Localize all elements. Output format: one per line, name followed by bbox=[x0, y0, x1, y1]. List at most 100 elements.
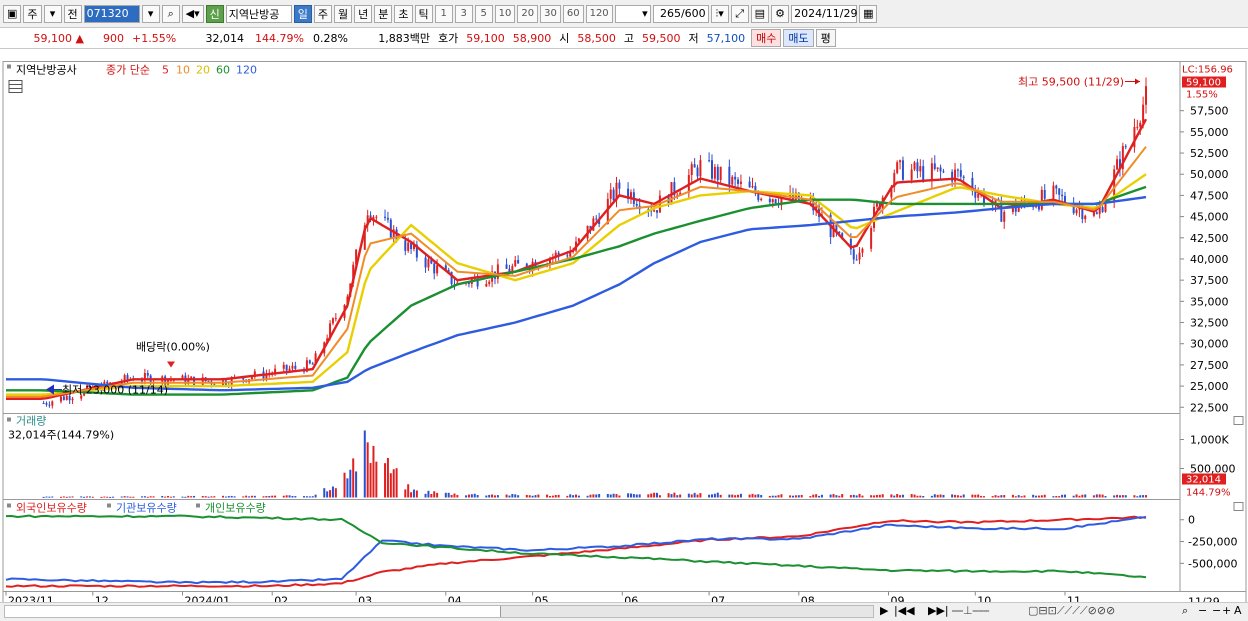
candle-body bbox=[962, 176, 965, 178]
candle-body bbox=[424, 257, 427, 268]
drawing-tools-icon[interactable]: ▢⊟⊡⟋⟋⟋⟋⊘⊘⊘ bbox=[1028, 604, 1115, 618]
volume-bar bbox=[656, 492, 659, 498]
zoom-search-icon[interactable]: ⌕ bbox=[1182, 604, 1188, 618]
stock-name-field: 지역난방공 bbox=[225, 4, 292, 23]
candle-body bbox=[699, 160, 702, 177]
volume-close-icon[interactable] bbox=[1233, 416, 1244, 425]
holding-close-icon[interactable] bbox=[1233, 502, 1244, 511]
save-icon[interactable]: ▤ bbox=[750, 4, 770, 23]
last-page-icon[interactable]: ▶▶| bbox=[928, 604, 949, 617]
volume-bar bbox=[797, 495, 800, 498]
zoom-in-icon[interactable]: + bbox=[1222, 604, 1231, 617]
eval-button[interactable]: 평 bbox=[815, 29, 836, 47]
volume-bar bbox=[109, 496, 112, 498]
volume-bar bbox=[870, 495, 873, 498]
volume-bar bbox=[120, 496, 123, 498]
volume-bar bbox=[1052, 496, 1055, 498]
volume-bar bbox=[1113, 495, 1116, 498]
volume-bar bbox=[1084, 494, 1087, 498]
volume-bar bbox=[858, 493, 861, 498]
period-day-tab[interactable]: 일 bbox=[293, 4, 312, 23]
zoom-slider[interactable]: ⎯⎯⊥⎯⎯⎯ bbox=[952, 604, 989, 618]
period-minute-tab[interactable]: 분 bbox=[374, 4, 393, 23]
font-size-icon[interactable]: A bbox=[1234, 604, 1242, 617]
volume-bar bbox=[1035, 495, 1038, 498]
minute-3-button[interactable]: 3 bbox=[454, 4, 473, 23]
volume-bar bbox=[951, 494, 954, 498]
scroll-track[interactable] bbox=[4, 605, 874, 618]
minute-10-button[interactable]: 10 bbox=[494, 4, 516, 23]
date-input[interactable]: 2024/11/29 bbox=[791, 4, 857, 23]
minute-5-button[interactable]: 5 bbox=[474, 4, 493, 23]
current-price: 59,100 ▲ bbox=[0, 32, 88, 45]
stock-chart[interactable]: 57,500 55,000 52,500 50,000 47,500 45,000 42,5… bbox=[0, 50, 1248, 621]
first-page-icon[interactable]: |◀◀ bbox=[894, 604, 915, 617]
ma120-legend: 120 bbox=[236, 64, 257, 77]
candle-body bbox=[517, 260, 520, 264]
volume-bar bbox=[933, 494, 936, 498]
price-tick-label: 37,500 bbox=[1190, 274, 1229, 287]
period-month-tab[interactable]: 월 bbox=[334, 4, 353, 23]
chevron-down-icon[interactable]: ▾ bbox=[43, 4, 62, 23]
volume-bar bbox=[557, 494, 560, 498]
volume-bar bbox=[916, 495, 919, 498]
bottom-scrollbar[interactable]: ▶ |◀◀ ▶▶| ⎯⎯⊥⎯⎯⎯ ▢⊟⊡⟋⟋⟋⟋⊘⊘⊘ ⌕ − − + A bbox=[0, 602, 1248, 621]
high-label: 고 bbox=[623, 32, 634, 45]
volume-bar bbox=[230, 495, 233, 498]
volume-bar bbox=[140, 496, 143, 498]
volume-bar bbox=[673, 492, 676, 498]
chart-type-icon[interactable]: ⫶▾ bbox=[710, 4, 729, 23]
layout-icon[interactable]: ▣ bbox=[3, 4, 22, 23]
quote-bar: 59,100 ▲ 900 +1.55% 32,014 144.79% 0.28%… bbox=[0, 28, 1248, 49]
price-tick-label: 50,000 bbox=[1190, 168, 1229, 181]
volume-bar bbox=[323, 488, 326, 498]
buy-button[interactable]: 매수 bbox=[751, 29, 782, 47]
speaker-icon[interactable]: ◀▾ bbox=[181, 4, 204, 23]
stock-code-input[interactable]: 071320 bbox=[83, 4, 140, 23]
volume-bar bbox=[233, 496, 236, 498]
minute-60-button[interactable]: 60 bbox=[562, 4, 584, 23]
volume-bar bbox=[470, 494, 473, 498]
data-count-input[interactable]: 265/600 bbox=[652, 4, 709, 23]
custom-period-dropdown[interactable]: ▾ bbox=[614, 4, 651, 23]
volume-bar bbox=[852, 494, 855, 498]
volume-bar bbox=[528, 495, 531, 498]
volume-bar bbox=[760, 495, 763, 498]
minute-1-button[interactable]: 1 bbox=[434, 4, 453, 23]
sell-button[interactable]: 매도 bbox=[783, 29, 814, 47]
minute-30-button[interactable]: 30 bbox=[540, 4, 561, 23]
volume-bar bbox=[774, 495, 777, 498]
candle-body bbox=[1052, 185, 1055, 199]
candle-body bbox=[331, 318, 334, 324]
period-week-tab[interactable]: 주 bbox=[313, 4, 333, 23]
volume-bar bbox=[548, 495, 551, 498]
calendar-icon[interactable]: ▦ bbox=[859, 4, 878, 23]
price-tick-label: 52,500 bbox=[1190, 147, 1229, 160]
gear-icon[interactable]: ⚙ bbox=[771, 4, 790, 23]
candle-body bbox=[193, 376, 196, 386]
zoom-reset-icon[interactable]: − bbox=[1212, 604, 1221, 617]
search-icon[interactable]: ⌕ bbox=[161, 4, 180, 23]
table-view-icon[interactable] bbox=[8, 80, 23, 93]
volume-bar bbox=[80, 496, 83, 498]
legend-prefix: 종가 단순 bbox=[106, 64, 150, 77]
candle-body bbox=[45, 403, 48, 405]
zoom-out-icon[interactable]: − bbox=[1198, 604, 1207, 617]
cycle-dropdown[interactable]: 주 bbox=[23, 4, 42, 23]
volume-bar bbox=[143, 496, 146, 498]
volume-bar bbox=[213, 496, 216, 498]
scroll-right-icon[interactable]: ▶ bbox=[880, 604, 888, 617]
code-dropdown-icon[interactable]: ▾ bbox=[141, 4, 160, 23]
minute-120-button[interactable]: 120 bbox=[585, 4, 613, 23]
scroll-thumb[interactable] bbox=[500, 606, 873, 617]
candle-body bbox=[942, 171, 945, 173]
current-pct-text: 1.55% bbox=[1186, 90, 1218, 101]
line-tool-icon[interactable]: ⤢ bbox=[730, 4, 749, 23]
period-second-tab[interactable]: 초 bbox=[394, 4, 413, 23]
period-tick-tab[interactable]: 틱 bbox=[414, 4, 433, 23]
prev-button[interactable]: 전 bbox=[63, 4, 82, 23]
volume-bar bbox=[554, 494, 557, 498]
period-year-tab[interactable]: 년 bbox=[354, 4, 373, 23]
volume-bar bbox=[693, 492, 696, 498]
minute-20-button[interactable]: 20 bbox=[517, 4, 539, 23]
